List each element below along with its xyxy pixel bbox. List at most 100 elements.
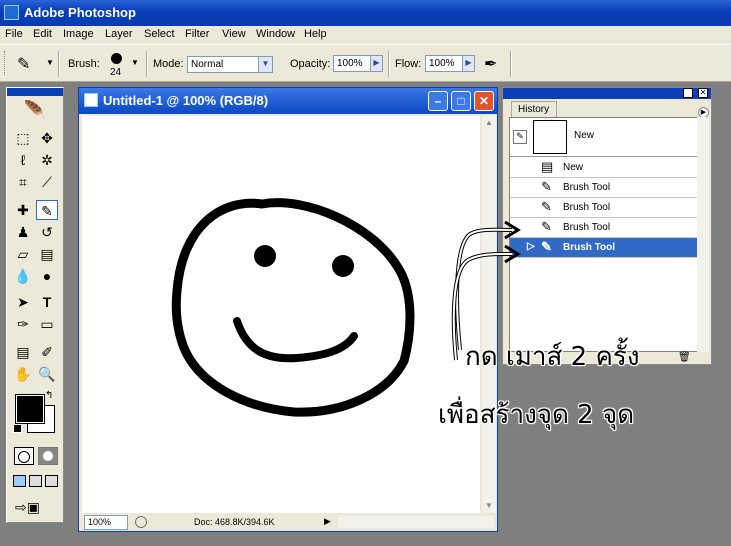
history-list: ✎ New ▤ New ✎ Brush Tool ✎ Brush Tool ✎ … — [509, 117, 698, 352]
status-nav-icon[interactable] — [135, 516, 147, 528]
crop-tool-icon[interactable]: ⌗ — [12, 172, 34, 192]
status-bar: 100% Doc: 468.8K/394.6K ▶ — [82, 515, 496, 530]
default-colors-icon[interactable] — [13, 424, 22, 433]
vertical-scrollbar[interactable]: ▲ ▼ — [482, 116, 496, 513]
jump-to-imageready-icon[interactable]: ⇨▣ — [15, 499, 55, 517]
opacity-slider-arrow-icon[interactable]: ▶ — [370, 55, 383, 72]
type-tool-icon[interactable]: T — [36, 292, 58, 312]
history-state-row[interactable]: ✎ Brush Tool — [510, 198, 697, 218]
notes-tool-icon[interactable]: ▤ — [12, 342, 34, 362]
palette-close-icon[interactable]: ✕ — [698, 88, 708, 98]
menu-filter[interactable]: Filter — [185, 28, 209, 40]
toolbox-header — [7, 88, 63, 96]
menu-file[interactable]: File — [5, 28, 23, 40]
menu-view[interactable]: View — [222, 28, 246, 40]
airbrush-icon[interactable]: ✒ — [484, 54, 497, 74]
healing-brush-tool-icon[interactable]: ✚ — [12, 200, 34, 220]
pen-tool-icon[interactable]: ✑ — [12, 314, 34, 334]
foreground-color-swatch[interactable] — [15, 394, 45, 424]
tool-preset-dropdown-icon[interactable]: ▼ — [46, 58, 54, 67]
screen-mode-full-icon[interactable] — [45, 475, 58, 487]
history-state-row-selected[interactable]: ▷ ✎ Brush Tool — [510, 238, 697, 258]
annotation-line1: กด เมาส์ 2 ครั้ง — [465, 342, 640, 372]
flow-field[interactable]: 100% — [425, 55, 463, 72]
scroll-up-icon[interactable]: ▲ — [482, 116, 496, 130]
magic-wand-tool-icon[interactable]: ✲ — [36, 150, 58, 170]
options-bar: ✎ ▼ Brush: 24 ▼ Mode: Normal ▼ Opacity: … — [0, 44, 731, 82]
palette-minimize-icon[interactable] — [683, 88, 693, 98]
history-state-label: Brush Tool — [563, 222, 611, 233]
feather-logo-icon: 🪶 — [23, 100, 47, 120]
separator — [58, 51, 60, 77]
brush-picker-dropdown-icon[interactable]: ▼ — [131, 58, 139, 67]
tool-preset-brush-icon[interactable]: ✎ — [17, 54, 30, 74]
history-state-row[interactable]: ✎ Brush Tool — [510, 178, 697, 198]
clone-stamp-tool-icon[interactable]: ♟ — [12, 222, 34, 242]
history-brush-tool-icon[interactable]: ↺ — [36, 222, 58, 242]
snapshot-thumbnail — [533, 120, 567, 154]
maximize-button[interactable]: □ — [451, 91, 471, 111]
status-menu-arrow-icon[interactable]: ▶ — [324, 516, 335, 528]
separator — [146, 51, 148, 77]
slice-tool-icon[interactable]: ⟋ — [36, 172, 58, 192]
mode-dropdown-icon[interactable]: ▼ — [258, 56, 273, 73]
hand-tool-icon[interactable]: ✋ — [12, 364, 34, 384]
flow-slider-arrow-icon[interactable]: ▶ — [462, 55, 475, 72]
history-state-row[interactable]: ✎ Brush Tool — [510, 218, 697, 238]
tab-history[interactable]: History — [511, 101, 557, 117]
snapshot-row[interactable]: ✎ New — [510, 118, 697, 157]
app-titlebar: Adobe Photoshop — [0, 0, 731, 26]
eyedropper-tool-icon[interactable]: ✐ — [36, 342, 58, 362]
scroll-down-icon[interactable]: ▼ — [482, 499, 496, 513]
image-canvas[interactable] — [82, 116, 480, 513]
delete-state-icon[interactable]: 🗑 — [678, 352, 691, 363]
menu-layer[interactable]: Layer — [105, 28, 133, 40]
eraser-tool-icon[interactable]: ▱ — [12, 244, 34, 264]
menu-help[interactable]: Help — [304, 28, 327, 40]
left-eye — [254, 245, 276, 267]
toolbox: 🪶 ⬚ ✥ ℓ ✲ ⌗ ⟋ ✚ ✎ ♟ ↺ ▱ ▤ 💧 ● ➤ T ✑ ▭ ▤ … — [6, 87, 64, 523]
history-state-label: Brush Tool — [563, 202, 611, 213]
history-state-pointer-icon: ▷ — [527, 241, 535, 252]
quick-mask-mode-icon[interactable] — [38, 447, 58, 465]
dodge-tool-icon[interactable]: ● — [36, 266, 58, 286]
zoom-tool-icon[interactable]: 🔍 — [36, 364, 58, 384]
separator — [388, 51, 390, 77]
zoom-field[interactable]: 100% — [84, 515, 128, 530]
brush-tool-icon[interactable]: ✎ — [36, 200, 58, 220]
menu-window[interactable]: Window — [256, 28, 295, 40]
history-palette-header — [503, 88, 711, 99]
menu-image[interactable]: Image — [63, 28, 94, 40]
document-titlebar[interactable]: Untitled-1 @ 100% (RGB/8) – □ ✕ — [79, 88, 497, 114]
snapshot-label: New — [574, 130, 595, 141]
flow-label: Flow: — [395, 58, 422, 70]
new-document-icon: ▤ — [541, 159, 554, 174]
shape-tool-icon[interactable]: ▭ — [36, 314, 58, 334]
path-selection-tool-icon[interactable]: ➤ — [12, 292, 34, 312]
history-state-row[interactable]: ▤ New — [510, 158, 697, 178]
brush-icon: ✎ — [541, 239, 552, 254]
menu-edit[interactable]: Edit — [33, 28, 52, 40]
screen-mode-full-menu-icon[interactable] — [29, 475, 42, 487]
move-tool-icon[interactable]: ✥ — [36, 128, 58, 148]
menu-bar: File Edit Image Layer Select Filter View… — [0, 26, 731, 44]
horizontal-scrollbar[interactable] — [338, 516, 494, 528]
annotation-line2: เพื่อสร้างจุด 2 จุด — [438, 400, 635, 430]
lasso-tool-icon[interactable]: ℓ — [12, 150, 34, 170]
standard-mode-icon[interactable] — [14, 447, 34, 465]
snapshot-source-icon[interactable]: ✎ — [513, 130, 527, 144]
menu-select[interactable]: Select — [144, 28, 175, 40]
history-scrollbar[interactable] — [697, 117, 709, 352]
close-button[interactable]: ✕ — [474, 91, 494, 111]
screen-mode-standard-icon[interactable] — [13, 475, 26, 487]
marquee-tool-icon[interactable]: ⬚ — [12, 128, 34, 148]
gradient-tool-icon[interactable]: ▤ — [36, 244, 58, 264]
document-window: Untitled-1 @ 100% (RGB/8) – □ ✕ ▲ ▼ 100%… — [78, 87, 498, 532]
right-eye — [332, 255, 354, 277]
brush-preview-icon[interactable] — [111, 53, 122, 64]
blur-tool-icon[interactable]: 💧 — [12, 266, 34, 286]
minimize-button[interactable]: – — [428, 91, 448, 111]
mode-label: Mode: — [153, 58, 184, 70]
swap-colors-icon[interactable]: ↰ — [45, 390, 53, 401]
opacity-field[interactable]: 100% — [333, 55, 371, 72]
